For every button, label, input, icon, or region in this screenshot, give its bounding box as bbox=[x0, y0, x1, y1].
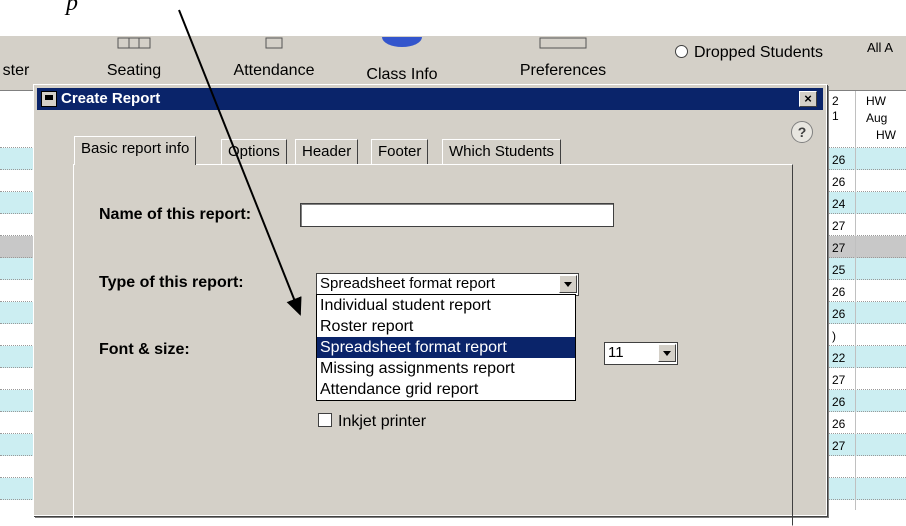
toolbar-seating-button[interactable]: Seating bbox=[94, 36, 174, 86]
grid-value: ) bbox=[832, 329, 836, 343]
grid-value: 27 bbox=[832, 219, 846, 233]
tab-options[interactable]: Options bbox=[221, 139, 287, 164]
tab-which-students[interactable]: Which Students bbox=[442, 139, 562, 164]
chevron-down-icon[interactable] bbox=[658, 344, 676, 362]
grid-value: 26 bbox=[832, 417, 846, 431]
grid-value: 26 bbox=[832, 285, 846, 299]
help-icon[interactable]: ? bbox=[791, 121, 813, 143]
grid-value: 2 bbox=[832, 94, 839, 108]
column-header: HW bbox=[876, 128, 896, 142]
font-size-select[interactable]: 11 bbox=[604, 342, 678, 365]
column-header: HW bbox=[866, 94, 886, 108]
grid-value: 22 bbox=[832, 351, 846, 365]
dropped-students-label: Dropped Students bbox=[694, 44, 823, 61]
grid-value: 26 bbox=[832, 153, 846, 167]
toolbar-class-info-button[interactable]: Class Info bbox=[352, 27, 452, 86]
seating-icon bbox=[117, 36, 151, 54]
dropdown-option-selected[interactable]: Spreadsheet format report bbox=[317, 337, 575, 358]
dialog-title: Create Report bbox=[61, 90, 161, 107]
dropdown-option[interactable]: Missing assignments report bbox=[317, 358, 575, 379]
dropdown-option[interactable]: Roster report bbox=[317, 316, 575, 337]
toolbar-roster-label: ster bbox=[2, 62, 30, 79]
inkjet-printer-label: Inkjet printer bbox=[338, 413, 427, 430]
column-divider bbox=[855, 91, 856, 510]
report-name-input[interactable] bbox=[300, 203, 614, 227]
column-header: Aug bbox=[866, 111, 888, 125]
dropdown-option[interactable]: Individual student report bbox=[317, 295, 575, 316]
toolbar-attendance-button[interactable]: Attendance bbox=[222, 36, 326, 86]
grid-value: 25 bbox=[832, 263, 846, 277]
dropdown-option[interactable]: Attendance grid report bbox=[317, 379, 575, 400]
annotation-text: p bbox=[66, 0, 78, 16]
toolbar-preferences-label: Preferences bbox=[519, 62, 607, 79]
report-type-value: Spreadsheet format report bbox=[320, 275, 496, 292]
toolbar-seating-label: Seating bbox=[106, 62, 162, 79]
annotation-strip: p bbox=[0, 0, 906, 36]
attendance-icon bbox=[264, 36, 284, 54]
app-icon bbox=[41, 91, 57, 107]
checkbox-icon[interactable] bbox=[318, 413, 332, 427]
tab-footer[interactable]: Footer bbox=[371, 139, 429, 164]
report-type-select[interactable]: Spreadsheet format report bbox=[316, 273, 579, 296]
report-type-dropdown: Individual student report Roster report … bbox=[316, 294, 576, 401]
toolbar-class-info-label: Class Info bbox=[366, 66, 438, 83]
dialog-title-bar[interactable]: Create Report × bbox=[37, 88, 823, 110]
grid-value: 26 bbox=[832, 175, 846, 189]
grid-value: 27 bbox=[832, 439, 846, 453]
report-name-label: Name of this report: bbox=[99, 206, 252, 223]
toolbar-roster-button[interactable]: ster bbox=[0, 36, 36, 86]
close-button[interactable]: × bbox=[799, 91, 817, 107]
radio-icon[interactable] bbox=[675, 45, 688, 58]
tab-header[interactable]: Header bbox=[295, 139, 359, 164]
grid-value: 24 bbox=[832, 197, 846, 211]
grid-value: 26 bbox=[832, 395, 846, 409]
all-label: All A bbox=[867, 40, 894, 55]
font-size-value: 11 bbox=[608, 344, 624, 361]
tab-basic-report-info[interactable]: Basic report info bbox=[74, 136, 197, 165]
grid-value: 26 bbox=[832, 307, 846, 321]
inkjet-printer-checkbox[interactable]: Inkjet printer bbox=[318, 413, 426, 431]
report-type-label: Type of this report: bbox=[99, 274, 244, 291]
font-size-label: Font & size: bbox=[99, 341, 190, 358]
toolbar-attendance-label: Attendance bbox=[233, 62, 315, 79]
grid-value: 27 bbox=[832, 241, 846, 255]
dropped-students-option[interactable]: Dropped Students bbox=[675, 44, 823, 62]
chevron-down-icon[interactable] bbox=[559, 275, 577, 293]
class-info-icon bbox=[380, 27, 424, 54]
grid-value: 1 bbox=[832, 109, 839, 123]
preferences-icon bbox=[539, 36, 587, 54]
toolbar-preferences-button[interactable]: Preferences bbox=[508, 36, 618, 86]
grid-value: 27 bbox=[832, 373, 846, 387]
